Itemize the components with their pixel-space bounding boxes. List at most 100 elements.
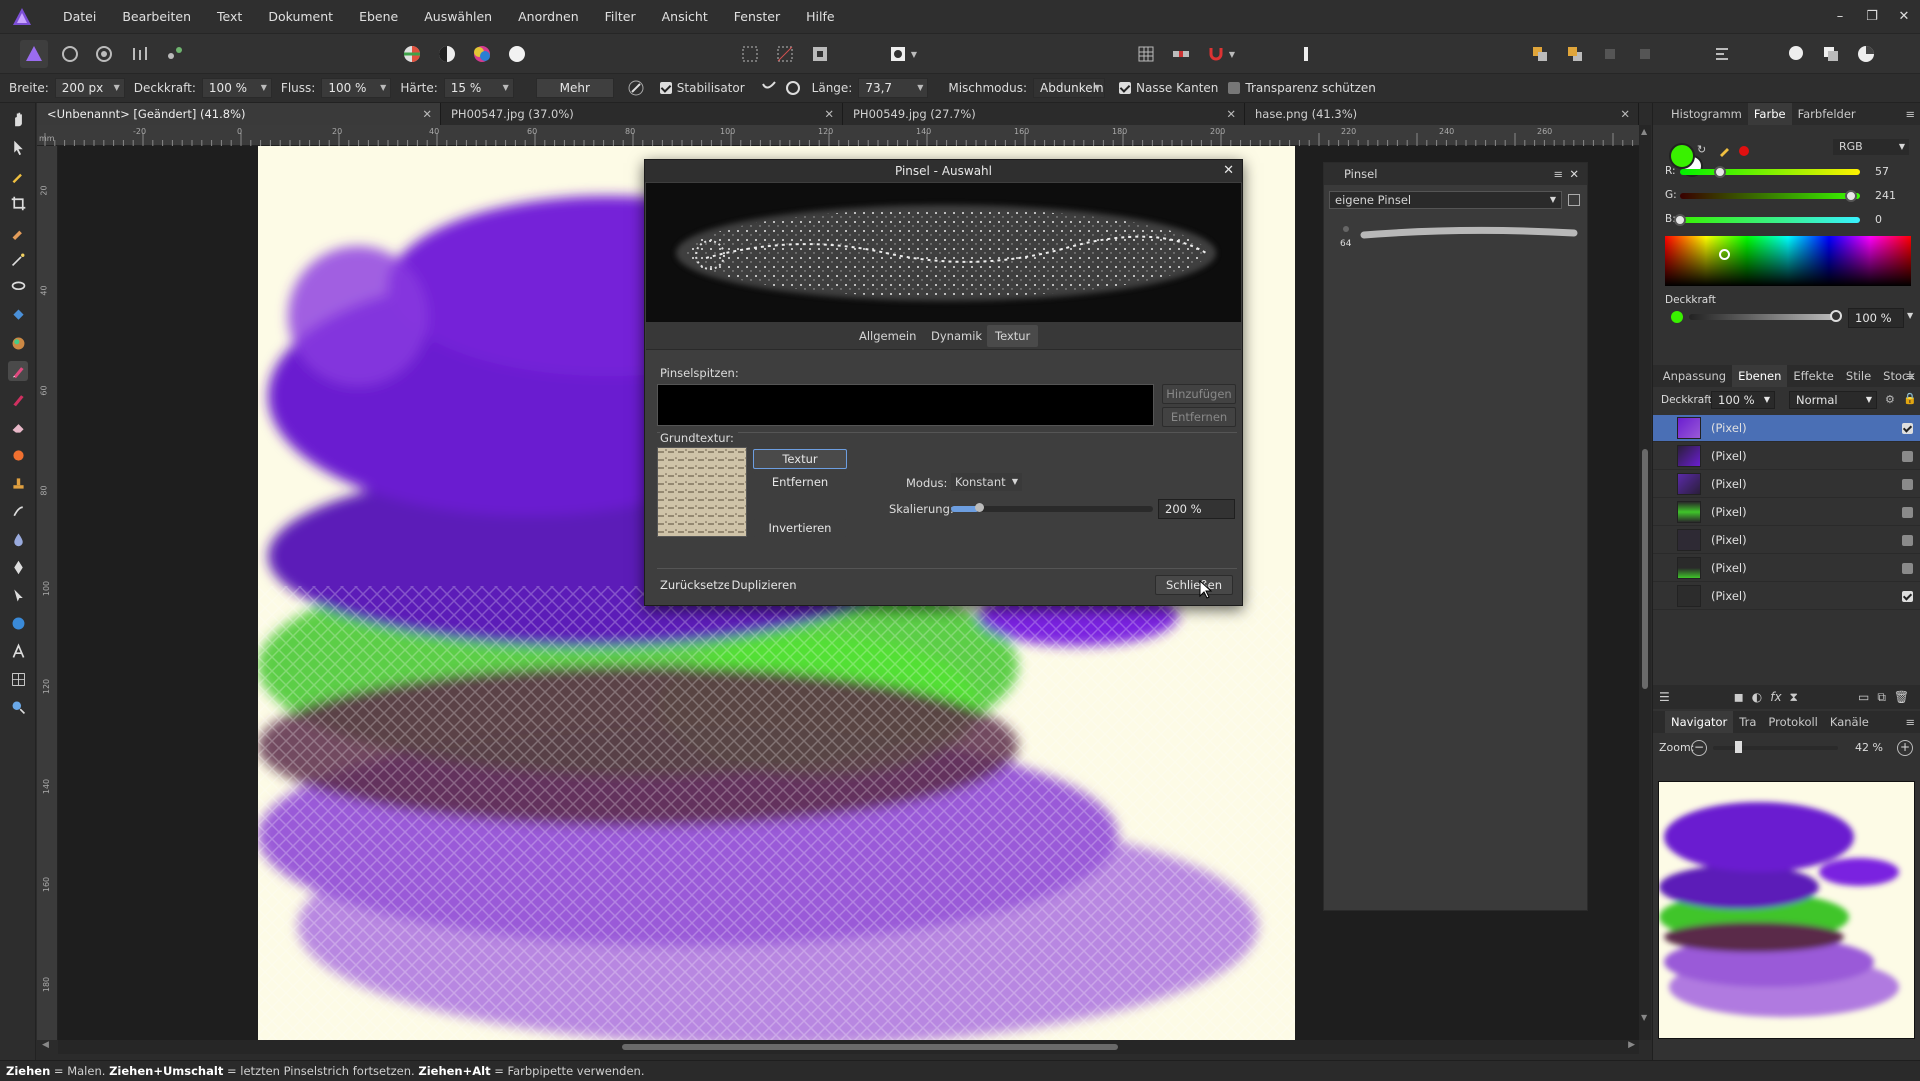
tab-histogram[interactable]: Histogramm — [1665, 107, 1748, 121]
layer-blend-select[interactable]: Normal ▼ — [1789, 391, 1877, 409]
shape-tool[interactable] — [8, 613, 28, 633]
g-value[interactable]: 241 — [1875, 189, 1896, 202]
text-tool[interactable] — [8, 641, 28, 661]
close-tab-icon[interactable]: ✕ — [422, 103, 432, 125]
mesh-warp-tool[interactable] — [8, 669, 28, 689]
zoom-value[interactable]: 42 % — [1855, 741, 1883, 754]
layer-visibility-checkbox[interactable] — [1902, 423, 1913, 434]
close-tab-icon[interactable]: ✕ — [1226, 103, 1236, 125]
layer-visibility-checkbox[interactable] — [1902, 535, 1913, 546]
blend-mode-select[interactable]: Abdunkeln ▼ — [1033, 78, 1106, 98]
layer-row[interactable]: (Pixel) — [1653, 555, 1920, 582]
develop-persona-button[interactable] — [90, 40, 118, 68]
color-opacity-field[interactable]: 100 % — [1848, 308, 1904, 328]
stabilizer-checkbox[interactable] — [659, 82, 672, 94]
scroll-up-icon[interactable]: ▲ — [1641, 127, 1647, 136]
flood-select-tool[interactable] — [8, 249, 28, 269]
invert-texture-button[interactable]: Invertieren — [753, 518, 847, 538]
tab-transform[interactable]: Tra — [1733, 715, 1762, 729]
scroll-down-icon[interactable]: ▼ — [1641, 1013, 1647, 1022]
minimize-icon[interactable]: – — [1824, 9, 1856, 24]
close-tab-icon[interactable]: ✕ — [824, 103, 834, 125]
opacity-field[interactable]: 100 % ▼ — [201, 78, 272, 98]
grid-button[interactable] — [1132, 40, 1160, 68]
color-picker-tool[interactable] — [8, 165, 28, 185]
tab-styles[interactable]: Stile — [1840, 369, 1877, 383]
trash-icon[interactable]: 🗑 — [1894, 690, 1909, 704]
r-slider-knob[interactable] — [1713, 166, 1726, 178]
move-tool[interactable] — [8, 137, 28, 157]
group-icon[interactable]: ▭ — [1858, 690, 1869, 704]
fx-icon[interactable]: fx — [1770, 690, 1781, 704]
restore-icon[interactable]: ❐ — [1856, 9, 1888, 24]
layer-visibility-checkbox[interactable] — [1902, 563, 1913, 574]
snapping-dropdown[interactable]: ▼ — [1226, 40, 1238, 68]
layer-row[interactable]: (Pixel) — [1653, 527, 1920, 554]
color-model-select[interactable]: RGB ▼ — [1833, 139, 1909, 155]
tab-adjustments[interactable]: Anpassung — [1657, 369, 1732, 383]
crop-tool[interactable] — [8, 193, 28, 213]
window-mode-icon[interactable] — [783, 78, 803, 98]
tab-hase[interactable]: hase.png (41.3%) ✕ — [1245, 103, 1639, 125]
menu-datei[interactable]: Datei — [50, 9, 109, 24]
deselect-button[interactable] — [771, 40, 799, 68]
zoom-slider-knob[interactable] — [1734, 741, 1742, 753]
close-dialog-icon[interactable]: ✕ — [1223, 160, 1234, 182]
erase-tool[interactable] — [8, 417, 28, 437]
vertical-scrollbar[interactable]: ▲ ▼ — [1639, 125, 1651, 1040]
fill-tool[interactable] — [8, 305, 28, 325]
liquify-persona-button[interactable] — [56, 40, 84, 68]
layer-opacity-field[interactable]: 100 % ▼ — [1711, 391, 1775, 409]
protect-alpha-checkbox[interactable] — [1228, 82, 1241, 94]
pen-tool[interactable] — [8, 557, 28, 577]
scroll-left-icon[interactable]: ◀ — [42, 1040, 49, 1050]
context-toolbar-toggle[interactable] — [1292, 40, 1320, 68]
width-field[interactable]: 200 px ▼ — [54, 78, 125, 98]
dodge-tool[interactable] — [8, 445, 28, 465]
assistant-button[interactable] — [1167, 40, 1195, 68]
rope-mode-icon[interactable] — [759, 78, 779, 98]
menu-filter[interactable]: Filter — [592, 9, 649, 24]
node-tool[interactable] — [8, 585, 28, 605]
auto-colors-button[interactable] — [468, 40, 496, 68]
invert-selection-button[interactable] — [806, 40, 834, 68]
arrange-forward-button[interactable] — [1596, 40, 1624, 68]
brush-category-select[interactable]: eigene Pinsel ▼ — [1329, 191, 1562, 209]
panel-menu-icon[interactable]: ≡ — [1905, 369, 1915, 383]
color-opacity-slider[interactable] — [1689, 314, 1835, 320]
tab-ph00547[interactable]: PH00547.jpg (37.0%) ✕ — [441, 103, 843, 125]
color-replacement-tool[interactable] — [8, 389, 28, 409]
tab-ph00549[interactable]: PH00549.jpg (27.7%) ✕ — [843, 103, 1245, 125]
marquee-button[interactable] — [736, 40, 764, 68]
scroll-right-icon[interactable]: ▶ — [1628, 1040, 1635, 1050]
gradient-tool[interactable] — [8, 333, 28, 353]
align-button[interactable] — [1708, 40, 1736, 68]
menu-hilfe[interactable]: Hilfe — [793, 9, 847, 24]
color-opacity-knob[interactable] — [1830, 310, 1842, 322]
close-window-icon[interactable]: ✕ — [1888, 9, 1920, 24]
menu-anordnen[interactable]: Anordnen — [505, 9, 592, 24]
close-panel-icon[interactable]: ✕ — [1569, 163, 1579, 185]
tab-history[interactable]: Protokoll — [1762, 715, 1823, 729]
arrange-back-button[interactable] — [1526, 40, 1554, 68]
layer-row[interactable]: (Pixel) — [1653, 583, 1920, 610]
panel-menu-icon[interactable]: ≡ — [1905, 107, 1915, 121]
menu-dokument[interactable]: Dokument — [255, 9, 346, 24]
tab-untitled[interactable]: <Unbenannt> [Geändert] (41.8%) ✕ — [37, 103, 441, 125]
freehand-select-tool[interactable] — [8, 277, 28, 297]
studio-button-3[interactable] — [1852, 40, 1880, 68]
reset-button[interactable]: Zurücksetzen — [659, 575, 738, 595]
layer-visibility-checkbox[interactable] — [1902, 451, 1913, 462]
export-persona-button[interactable] — [161, 40, 189, 68]
tonemap-persona-button[interactable] — [126, 40, 154, 68]
brush-tips-list[interactable] — [657, 384, 1154, 426]
duplicate-button[interactable]: Duplizieren — [729, 575, 799, 595]
close-button[interactable]: Schließen — [1155, 575, 1233, 595]
tab-effects[interactable]: Effekte — [1787, 369, 1840, 383]
auto-levels-button[interactable] — [398, 40, 426, 68]
panel-menu-icon[interactable]: ≡ — [1553, 163, 1563, 185]
close-tab-icon[interactable]: ✕ — [1620, 103, 1630, 125]
eyedropper-icon[interactable] — [1718, 143, 1732, 157]
menu-fenster[interactable]: Fenster — [721, 9, 793, 24]
blur-tool[interactable] — [8, 529, 28, 549]
